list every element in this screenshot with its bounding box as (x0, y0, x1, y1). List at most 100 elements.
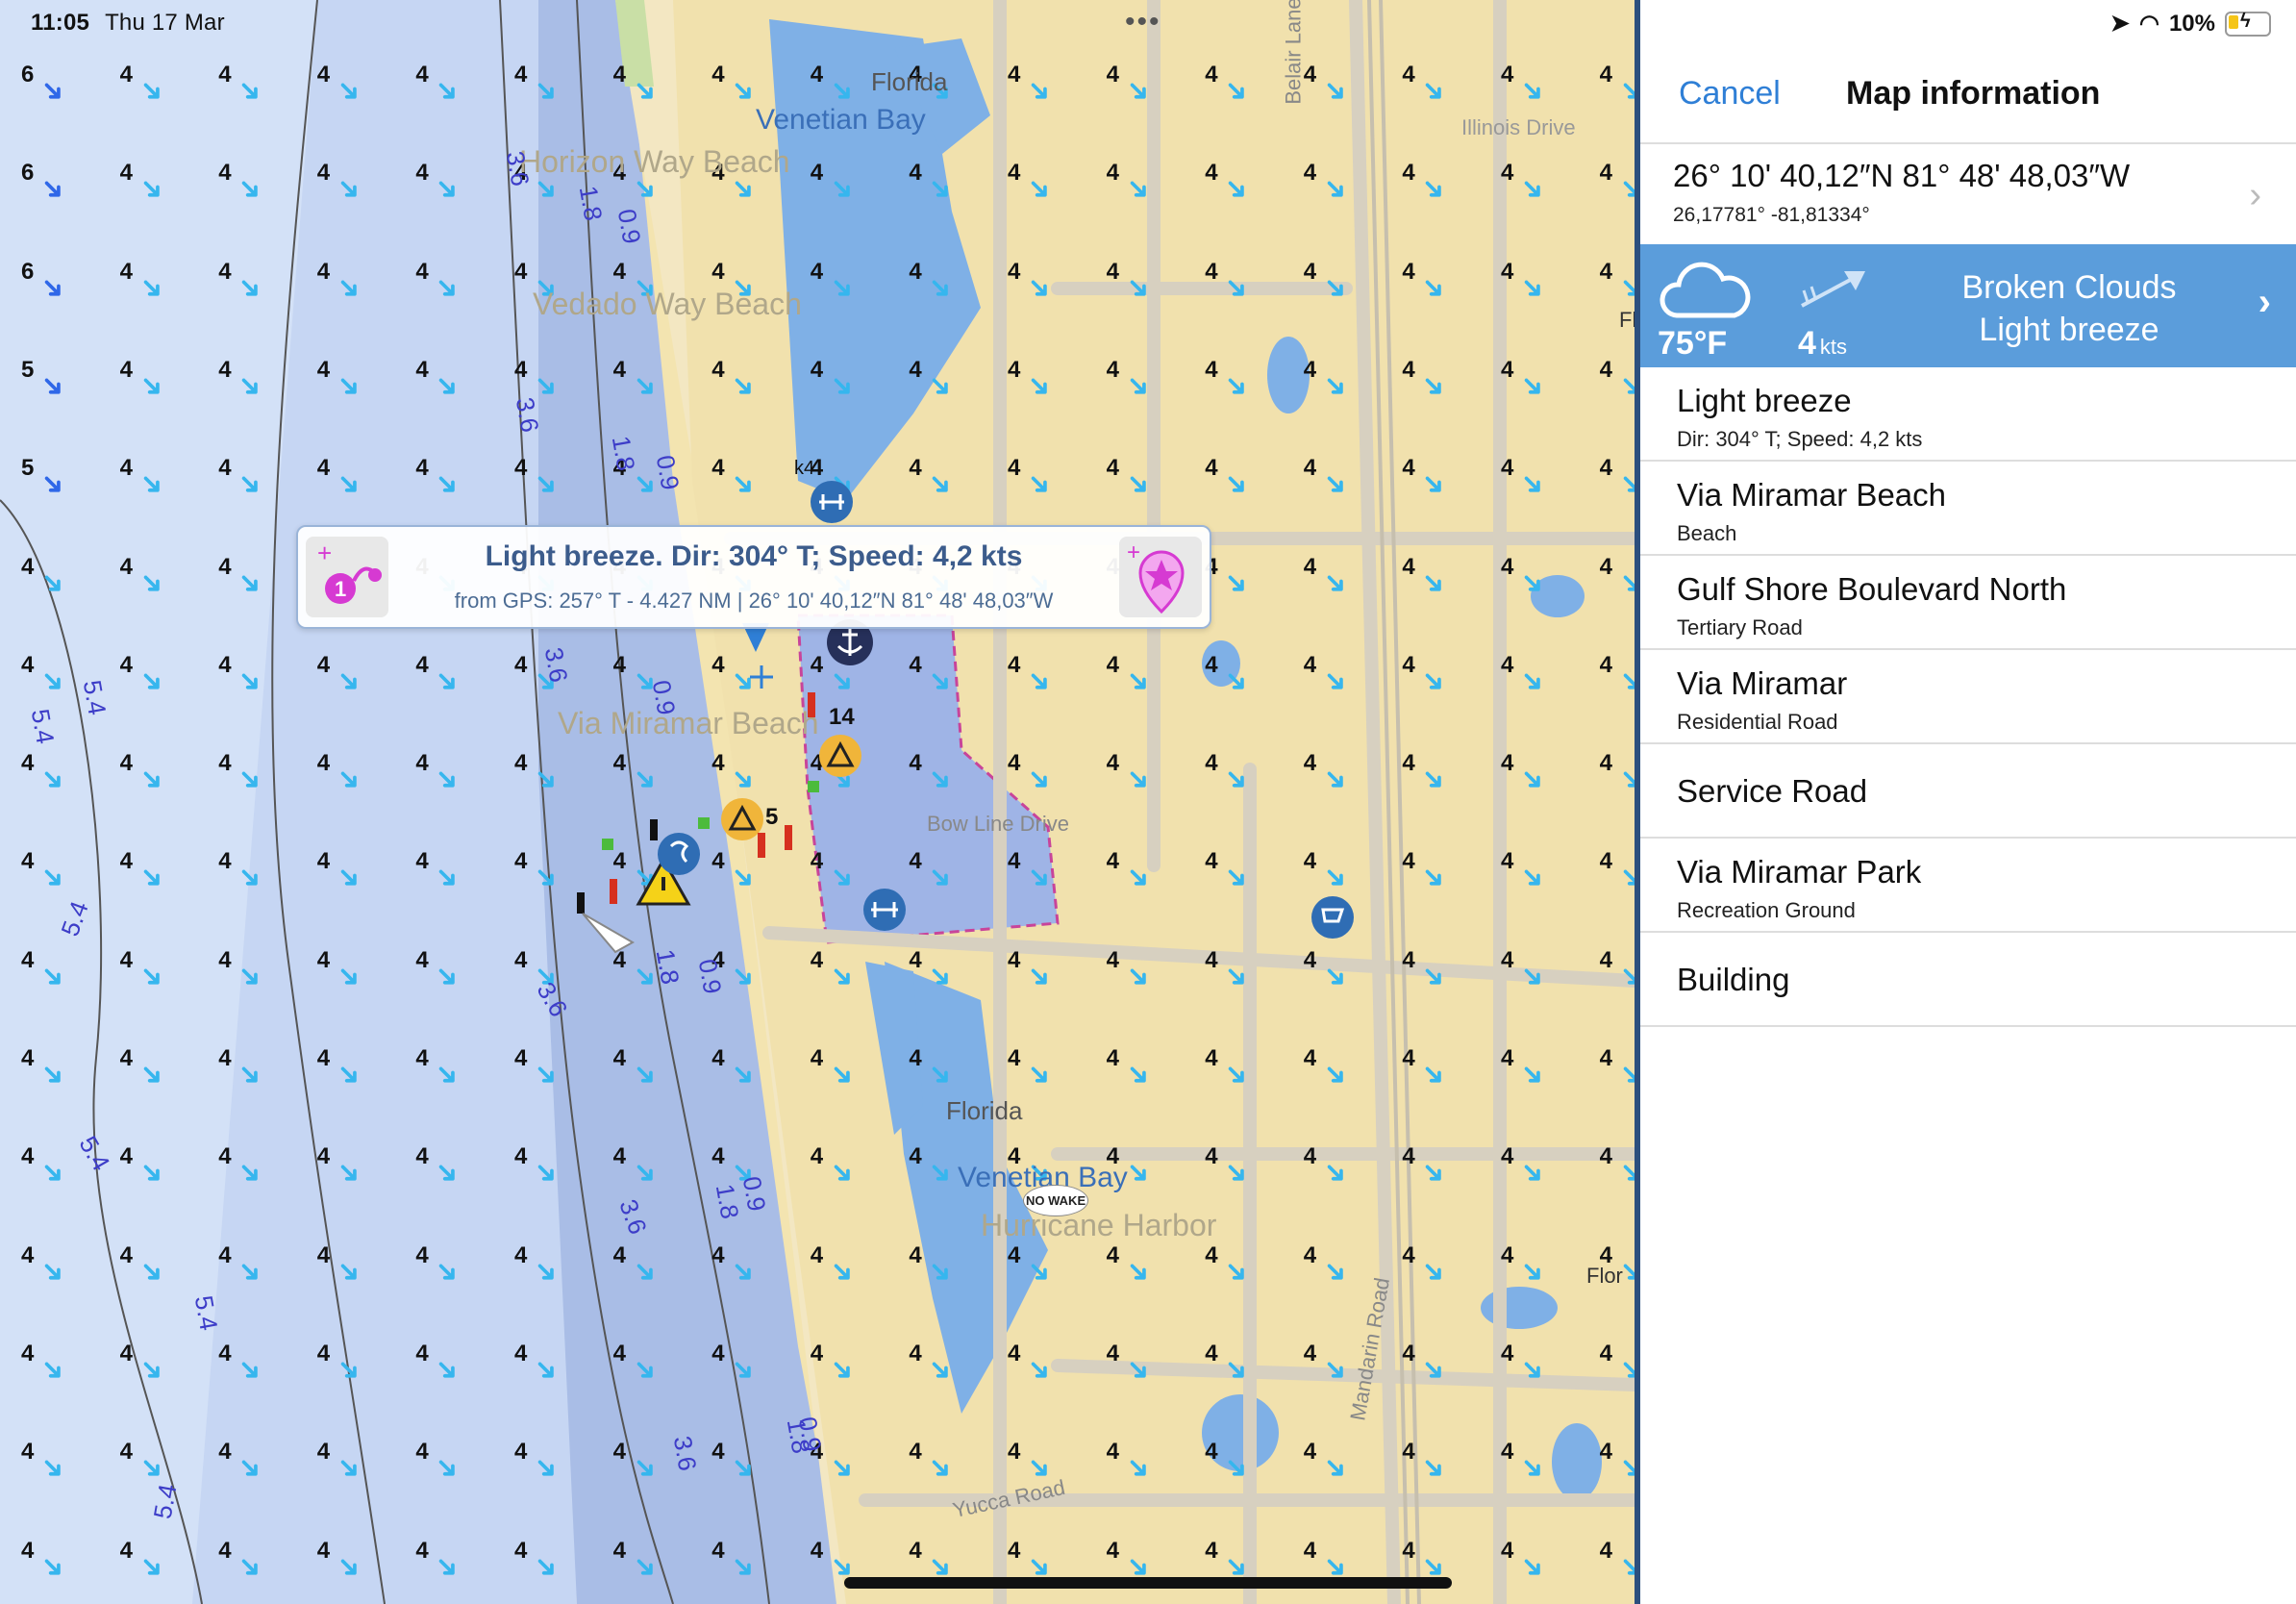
list-item[interactable]: Via Miramar Residential Road (1640, 650, 2296, 744)
coordinates-decimal: 26,17781° -81,81334° (1673, 204, 1870, 226)
wind-barb-icon: 4➜ (218, 357, 286, 414)
wind-speed-label: 4 (218, 946, 232, 973)
wind-barb-icon: 4➜ (317, 1439, 385, 1496)
wind-barb-icon: 4➜ (317, 947, 385, 1005)
wind-arrow-icon: ➜ (1117, 1448, 1159, 1489)
list-item[interactable]: Light breeze Dir: 304° T; Speed: 4,2 kts (1640, 367, 2296, 462)
home-indicator[interactable] (844, 1577, 1452, 1589)
wind-speed-label: 4 (1599, 62, 1612, 88)
wind-arrow-icon: ➜ (1413, 1349, 1454, 1391)
wind-barb-icon: 4➜ (1107, 848, 1174, 906)
wind-barb-icon: 4➜ (1107, 1341, 1174, 1398)
wind-barb-icon: 4➜ (514, 62, 582, 119)
wind-speed-label: 4 (218, 1537, 232, 1564)
wind-barb-icon: 4➜ (1205, 62, 1272, 119)
wind-arrow-icon: ➜ (1413, 169, 1454, 210)
list-item-title: Service Road (1677, 773, 1868, 809)
wind-speed-label: 4 (21, 1045, 35, 1071)
wind-speed-label: 4 (711, 455, 725, 482)
wind-arrow-icon: ➜ (1512, 1349, 1553, 1391)
wind-speed-label: 4 (1303, 1241, 1317, 1268)
wind-arrow-icon: ➜ (33, 267, 73, 308)
depth-sounding: 5.4 (188, 1293, 224, 1333)
wind-speed-label: 4 (119, 455, 133, 482)
wind-arrow-icon: ➜ (920, 365, 961, 407)
wind-arrow-icon: ➜ (131, 1546, 172, 1587)
wind-arrow-icon: ➜ (1610, 267, 1635, 308)
chevron-right-icon: › (2258, 281, 2271, 323)
wind-barb-icon: 4➜ (1600, 554, 1635, 612)
wind-arrow-icon: ➜ (230, 1349, 270, 1391)
list-item[interactable]: Via Miramar Beach Beach (1640, 462, 2296, 556)
wind-arrow-icon: ➜ (723, 1251, 763, 1291)
wind-speed-label: 4 (21, 750, 35, 777)
wind-barb-icon: 4➜ (1008, 1242, 1075, 1300)
wind-speed-label: 4 (21, 848, 35, 875)
wind-arrow-icon: ➜ (230, 365, 270, 407)
wind-arrow-icon: ➜ (230, 464, 270, 505)
wind-speed-label: 4 (1205, 651, 1218, 678)
wind-speed-label: 4 (1008, 455, 1021, 482)
wind-barb-icon: 4➜ (218, 947, 286, 1005)
wind-barb-icon: 4➜ (1008, 1045, 1075, 1103)
wind-speed-label: 4 (316, 258, 331, 285)
list-item[interactable]: Gulf Shore Boulevard North Tertiary Road (1640, 556, 2296, 650)
wind-arrow-icon: ➜ (1610, 71, 1635, 112)
list-item[interactable]: Via Miramar Park Recreation Ground (1640, 839, 2296, 933)
wind-barb-icon: 4➜ (1205, 652, 1272, 710)
wind-speed-label: 4 (1303, 1340, 1317, 1366)
wind-speed-label: 4 (218, 258, 232, 285)
wind-speed-label: 4 (810, 356, 824, 383)
wind-speed-label: 4 (1402, 750, 1415, 777)
wind-barb-icon: 4➜ (811, 947, 878, 1005)
wind-barb-icon: 4➜ (1501, 1538, 1568, 1595)
wind-arrow-icon: ➜ (1512, 1448, 1553, 1489)
wind-arrow-icon: ➜ (329, 956, 369, 996)
wind-arrow-icon: ➜ (427, 1448, 467, 1489)
list-item[interactable]: Service Road (1640, 744, 2296, 839)
wind-barb-icon: 4➜ (909, 1341, 976, 1398)
popup-subtitle: from GPS: 257° T - 4.427 NM | 26° 10' 40… (454, 589, 1054, 613)
weather-row[interactable]: 75°F 4 kts Broken Clouds Light breeze › (1640, 244, 2296, 367)
list-item-title: Light breeze (1677, 383, 1852, 418)
wind-speed-label: 4 (909, 258, 922, 285)
wind-speed-label: 4 (1205, 750, 1218, 777)
map-label-hurricane-harbor: Hurricane Harbor (981, 1208, 1217, 1242)
wind-speed-label: 4 (1501, 750, 1514, 777)
wind-speed-label: 4 (119, 750, 133, 777)
cancel-button[interactable]: Cancel (1679, 75, 1781, 113)
wind-speed-label: 4 (1599, 258, 1612, 285)
wind-arrow-icon: ➜ (920, 1055, 961, 1095)
wind-barb-icon: 4➜ (909, 1045, 976, 1103)
wind-arrow-icon: ➜ (1216, 169, 1257, 210)
wind-barb-icon: 4➜ (1107, 62, 1174, 119)
coordinates-row[interactable]: 26° 10' 40,12″N 81° 48' 48,03″W 26,17781… (1640, 142, 2296, 244)
add-route-point-button[interactable]: + 1 (306, 537, 388, 617)
wind-speed-label: 4 (1106, 750, 1119, 777)
wind-overlay: 6 ➜ 4 ➜ 4 ➜ 4 ➜ 4 ➜ 4 ➜ 4 ➜ 4 ➜ 4 ➜ 4 ➜ 4 ➜ 4 ➜ 4 ➜ 4 ➜ 4 ➜ 4 ➜ 4 ➜ 6 ➜ 4 ➜ 4 ➜… (0, 0, 1635, 1604)
wind-barb-icon: 4➜ (909, 455, 976, 513)
wind-speed-label: 4 (711, 62, 725, 88)
add-marker-button[interactable]: + (1119, 537, 1202, 617)
list-item[interactable]: Building (1640, 933, 2296, 1027)
wind-arrow-icon: ➜ (822, 365, 862, 407)
list-item-subtitle: Tertiary Road (1677, 615, 1803, 639)
wind-arrow-icon: ➜ (1610, 1055, 1635, 1095)
wind-speed-label: 4 (1402, 258, 1415, 285)
more-icon[interactable]: ••• (1125, 6, 1161, 38)
wind-arrow-icon: ➜ (723, 1349, 763, 1391)
wind-barb-icon: 4➜ (1107, 160, 1174, 217)
depth-sounding: 0.9 (646, 678, 682, 717)
wind-barb-icon: 4➜ (218, 1045, 286, 1103)
wind-barb-icon: 4➜ (1205, 554, 1272, 612)
wind-arrow-icon: ➜ (1413, 267, 1454, 308)
wind-barb-icon: 4➜ (1402, 455, 1469, 513)
nautical-map[interactable]: 11:05 Thu 17 Mar ••• 6 ➜ 4 ➜ 4 ➜ 4 ➜ 4 ➜ 4 ➜ 4 ➜ 4 ➜ 4 ➜ 4 ➜… (0, 0, 1635, 1604)
wind-arrow-icon: ➜ (1216, 1055, 1257, 1095)
wind-info-popup[interactable]: + 1 Light breeze. Dir: 304° T; Speed: 4,… (296, 525, 1211, 629)
wind-speed-label: 4 (810, 258, 824, 285)
wind-barb-icon: 4➜ (218, 1439, 286, 1496)
wind-arrow-icon: ➜ (230, 563, 270, 603)
wind-arrow-icon: ➜ (1315, 365, 1356, 407)
wind-arrow-icon: ➜ (1315, 1153, 1356, 1193)
